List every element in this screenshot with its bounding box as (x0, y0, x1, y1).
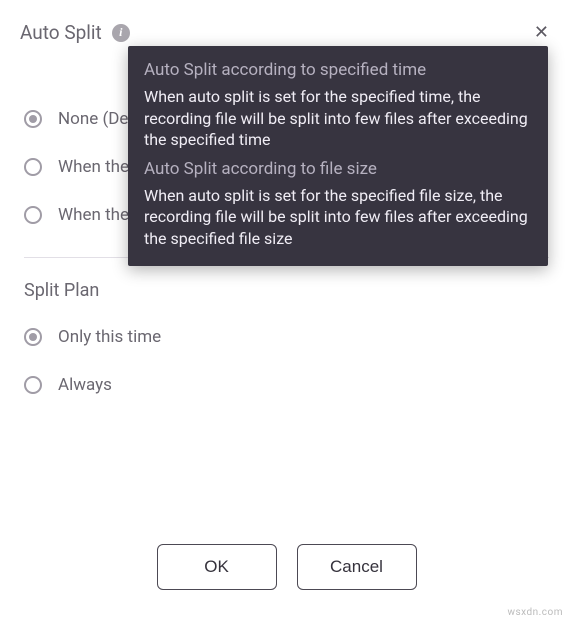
split-plan-options: Only this time Always (24, 313, 549, 409)
radio-option-always[interactable]: Always (24, 361, 549, 409)
close-icon[interactable]: ✕ (530, 18, 553, 47)
radio-label: When the (58, 205, 129, 225)
tooltip-text-time: When auto split is set for the specified… (144, 86, 532, 151)
radio-label: When the (58, 157, 129, 177)
radio-icon (24, 376, 42, 394)
ok-button[interactable]: OK (157, 544, 277, 590)
radio-icon (24, 328, 42, 346)
tooltip-text-size: When auto split is set for the specified… (144, 185, 532, 250)
radio-icon (24, 110, 42, 128)
info-tooltip: Auto Split according to specified time W… (128, 46, 548, 266)
dialog-title: Auto Split (20, 21, 102, 44)
radio-option-only-this-time[interactable]: Only this time (24, 313, 549, 361)
auto-split-dialog: Auto Split i ✕ None (Default) When the W… (0, 0, 573, 622)
info-icon[interactable]: i (112, 24, 130, 42)
tooltip-heading-time: Auto Split according to specified time (144, 60, 532, 80)
split-plan-title: Split Plan (24, 280, 549, 301)
watermark: wsxdn.com (507, 607, 563, 618)
radio-label: Only this time (58, 327, 161, 347)
dialog-buttons: OK Cancel (0, 544, 573, 590)
title-wrap: Auto Split i (20, 21, 130, 44)
radio-icon (24, 158, 42, 176)
radio-label: Always (58, 375, 112, 395)
radio-icon (24, 206, 42, 224)
tooltip-heading-size: Auto Split according to file size (144, 159, 532, 179)
cancel-button[interactable]: Cancel (297, 544, 417, 590)
